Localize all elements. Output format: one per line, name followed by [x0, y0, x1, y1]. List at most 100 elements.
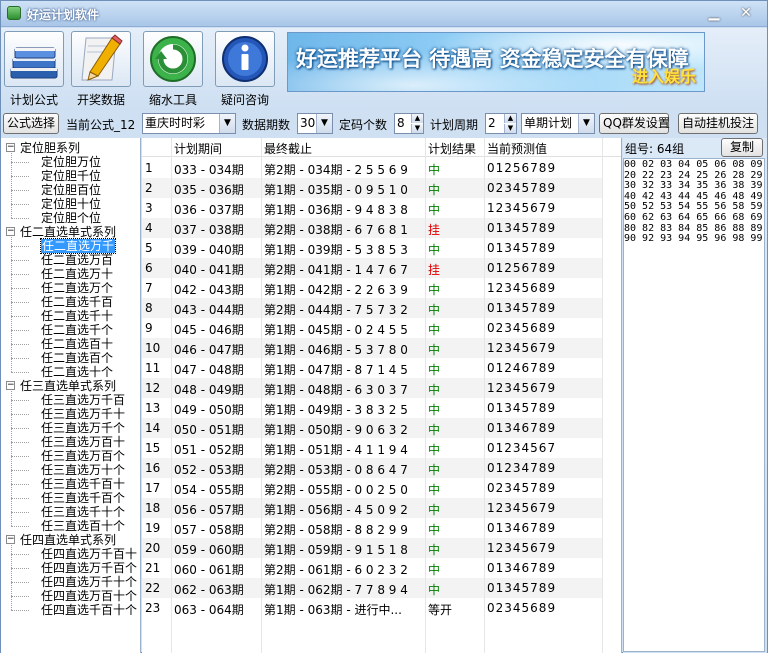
banner-enter-link[interactable]: 进入娱乐	[632, 63, 696, 87]
copy-button[interactable]: 复制	[721, 138, 763, 157]
row-last: 第1期 - 056期 - 4 5 0 9 2	[264, 503, 408, 517]
row-number: 1	[145, 161, 153, 175]
table-row[interactable]: 8 043 - 044期 第2期 - 044期 - 7 5 7 3 2 中 013457…	[142, 298, 602, 318]
title-bar[interactable]: 好运计划软件 ▁ ✕	[1, 1, 767, 27]
stepper-up-icon[interactable]: ▲	[504, 114, 516, 123]
tree-item[interactable]: 定位胆百位	[41, 183, 101, 197]
stepper-up-icon[interactable]: ▲	[411, 114, 423, 123]
plan-table[interactable]: 计划期间 最终截止 计划结果 当前预测值 1 033 - 034期 第2期 - 03…	[142, 138, 622, 653]
row-result: 中	[428, 283, 441, 297]
count-stepper[interactable]: 8 ▲ ▼	[394, 113, 424, 134]
plan-type-select[interactable]: 单期计划 ▼	[521, 113, 595, 134]
help-tool-button[interactable]: 疑问咨询	[212, 31, 278, 109]
table-row[interactable]: 5 039 - 040期 第1期 - 039期 - 5 3 8 5 3 中 013457…	[142, 238, 602, 258]
table-row[interactable]: 12 048 - 049期 第1期 - 048期 - 6 3 0 3 7 中 12345…	[142, 378, 602, 398]
tree-item[interactable]: 任四直选万千百十	[41, 547, 137, 561]
tree-item[interactable]: 任二直选万十	[41, 267, 113, 281]
lottery-select[interactable]: 重庆时时彩 ▼	[142, 113, 236, 134]
shrink-tool-button[interactable]: 缩水工具	[140, 31, 206, 109]
table-row[interactable]: 6 040 - 041期 第2期 - 041期 - 1 4 7 6 7 挂 012567…	[142, 258, 602, 278]
tree-item[interactable]: 任三直选万百个	[41, 449, 125, 463]
table-row[interactable]: 4 037 - 038期 第2期 - 038期 - 6 7 6 8 1 挂 013457…	[142, 218, 602, 238]
tree-item[interactable]: 任三直选万十个	[41, 463, 125, 477]
tree-group[interactable]: 任三直选单式系列	[20, 379, 116, 393]
table-row[interactable]: 1 033 - 034期 第2期 - 034期 - 2 5 5 6 9 中 012567…	[142, 158, 602, 178]
tree-item[interactable]: 任二直选千十	[41, 309, 113, 323]
tree-item[interactable]: 定位胆千位	[41, 169, 101, 183]
row-number: 19	[145, 521, 161, 535]
tree-item[interactable]: 任三直选千十个	[41, 505, 125, 519]
tree-item[interactable]: 任二直选万百	[41, 253, 113, 267]
tree-item[interactable]: 定位胆万位	[41, 155, 101, 169]
tree-group[interactable]: 定位胆系列	[20, 141, 80, 155]
tree-item[interactable]: 定位胆十位	[41, 197, 101, 211]
tree-group[interactable]: 任四直选单式系列	[20, 533, 116, 547]
draw-data-tool-button[interactable]: 开奖数据	[68, 31, 134, 109]
table-row[interactable]: 15 051 - 052期 第1期 - 051期 - 4 1 1 9 4 中 01234…	[142, 438, 602, 458]
formula-select-button[interactable]: 公式选择	[3, 113, 59, 134]
stepper-down-icon[interactable]: ▼	[411, 124, 423, 133]
minimize-button[interactable]: ▁	[703, 4, 725, 22]
tree-item[interactable]: 任三直选万百十	[41, 435, 125, 449]
tree-item[interactable]: 任二直选百个	[41, 351, 113, 365]
tree-item[interactable]: 任四直选万百十个	[41, 589, 137, 603]
tree-item[interactable]: 定位胆个位	[41, 211, 101, 225]
tree-item[interactable]: 任四直选千百十个	[41, 603, 137, 617]
tree-connector	[11, 568, 29, 569]
tree-item[interactable]: 任三直选万千十	[41, 407, 125, 421]
periods-select[interactable]: 30 ▼	[297, 113, 333, 134]
tree-expander-icon[interactable]: −	[6, 535, 15, 544]
tree-group[interactable]: 任二直选单式系列	[20, 225, 116, 239]
cycle-stepper[interactable]: 2 ▲ ▼	[485, 113, 517, 134]
tree-item[interactable]: 任三直选万千百	[41, 393, 125, 407]
tree-item[interactable]: 任二直选千个	[41, 323, 113, 337]
tree-expander-icon[interactable]: −	[6, 381, 15, 390]
number-list[interactable]: 00 02 03 04 05 06 08 09 20 22 23 24 25 2…	[623, 158, 765, 652]
table-row[interactable]: 17 054 - 055期 第2期 - 055期 - 0 0 2 5 0 中 02345…	[142, 478, 602, 498]
tree-item[interactable]: 任四直选万千百个	[41, 561, 137, 575]
table-row[interactable]: 19 057 - 058期 第2期 - 058期 - 8 8 2 9 9 中 01346…	[142, 518, 602, 538]
table-row[interactable]: 2 035 - 036期 第1期 - 035期 - 0 9 5 1 0 中 023457…	[142, 178, 602, 198]
tree-item[interactable]: 任三直选千百个	[41, 491, 125, 505]
stepper-down-icon[interactable]: ▼	[504, 124, 516, 133]
table-row[interactable]: 7 042 - 043期 第1期 - 042期 - 2 2 6 3 9 中 123456…	[142, 278, 602, 298]
tree-item[interactable]: 任二直选万个	[41, 281, 113, 295]
table-row[interactable]: 14 050 - 051期 第1期 - 050期 - 9 0 6 3 2 中 01346…	[142, 418, 602, 438]
tree-connector	[11, 498, 29, 499]
close-button[interactable]: ✕	[735, 4, 757, 22]
table-row[interactable]: 22 062 - 063期 第1期 - 062期 - 7 7 8 9 4 中 01345…	[142, 578, 602, 598]
tree-item[interactable]: 任二直选十个	[41, 365, 113, 379]
table-row[interactable]: 9 045 - 046期 第1期 - 045期 - 0 2 4 5 5 中 023456…	[142, 318, 602, 338]
header-last[interactable]: 最终截止	[264, 140, 312, 157]
formula-tree[interactable]: − 定位胆系列 定位胆万位 定位胆千位 定位胆百位 定位胆十位 定位胆个位 − 任二直选单式系列…	[1, 138, 141, 653]
tree-item[interactable]: 任四直选万千十个	[41, 575, 137, 589]
table-row[interactable]: 11 047 - 048期 第1期 - 047期 - 8 7 1 4 5 中 01246…	[142, 358, 602, 378]
row-prediction: 01246789	[487, 361, 557, 375]
table-row[interactable]: 18 056 - 057期 第1期 - 056期 - 4 5 0 9 2 中 12345…	[142, 498, 602, 518]
tree-item[interactable]: 任三直选千百十	[41, 477, 125, 491]
row-period: 057 - 058期	[174, 523, 244, 537]
tree-item[interactable]: 任二直选万千	[39, 238, 117, 254]
header-period[interactable]: 计划期间	[174, 140, 222, 157]
row-prediction: 01234789	[487, 461, 557, 475]
tree-expander-icon[interactable]: −	[6, 227, 15, 236]
tree-item[interactable]: 任三直选万千个	[41, 421, 125, 435]
tree-item[interactable]: 任二直选百十	[41, 337, 113, 351]
table-row[interactable]: 20 059 - 060期 第1期 - 059期 - 9 1 5 1 8 中 12345…	[142, 538, 602, 558]
table-row[interactable]: 13 049 - 050期 第1期 - 049期 - 3 8 3 2 5 中 01345…	[142, 398, 602, 418]
tree-connector	[11, 512, 29, 513]
ad-banner[interactable]: 好运推荐平台 待遇高 资金稳定安全有保障 进入娱乐	[287, 32, 705, 92]
header-result[interactable]: 计划结果	[428, 140, 476, 157]
tree-item[interactable]: 任三直选百十个	[41, 519, 125, 533]
qq-broadcast-settings-button[interactable]: QQ群发设置	[599, 113, 670, 134]
table-row[interactable]: 16 052 - 053期 第2期 - 053期 - 0 8 6 4 7 中 01234…	[142, 458, 602, 478]
auto-bet-button[interactable]: 自动挂机投注	[678, 113, 758, 134]
table-row[interactable]: 10 046 - 047期 第1期 - 046期 - 5 3 7 8 0 中 12345…	[142, 338, 602, 358]
table-row[interactable]: 23 063 - 064期 第1期 - 063期 - 进行中... 等开 0234568…	[142, 598, 602, 618]
tree-item[interactable]: 任二直选千百	[41, 295, 113, 309]
tree-expander-icon[interactable]: −	[6, 143, 15, 152]
header-prediction[interactable]: 当前预测值	[487, 140, 547, 157]
formula-tool-button[interactable]: 计划公式	[1, 31, 67, 109]
table-row[interactable]: 3 036 - 037期 第1期 - 036期 - 9 4 8 3 8 中 123456…	[142, 198, 602, 218]
table-row[interactable]: 21 060 - 061期 第2期 - 061期 - 6 0 2 3 2 中 01346…	[142, 558, 602, 578]
